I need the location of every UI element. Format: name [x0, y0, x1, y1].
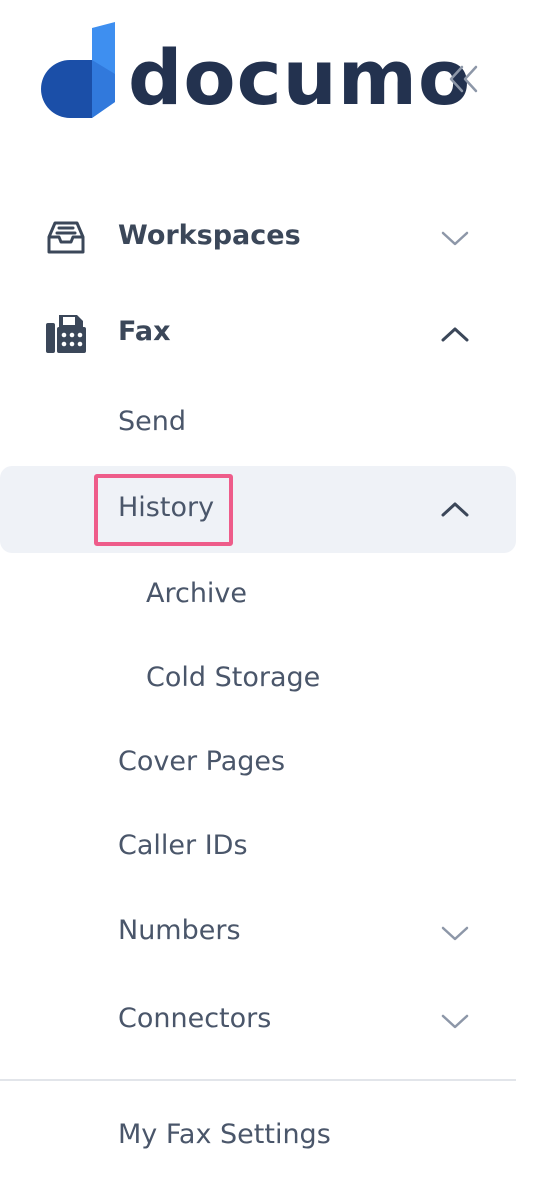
logo-wordmark: documo	[128, 33, 472, 122]
fax-machine-icon	[44, 312, 88, 356]
nav-label-numbers: Numbers	[118, 915, 241, 946]
double-chevron-left-icon	[449, 65, 478, 93]
collapse-sidebar-button[interactable]	[440, 56, 486, 102]
nav-item-archive[interactable]: Archive	[0, 566, 516, 626]
inbox-tray-icon	[44, 216, 88, 260]
nav-label-workspaces: Workspaces	[118, 220, 301, 251]
nav-item-workspaces[interactable]: Workspaces	[0, 208, 516, 268]
nav-item-my-fax-settings[interactable]: My Fax Settings	[0, 1107, 516, 1167]
chevron-up-icon	[436, 490, 474, 528]
chevron-down-icon	[436, 914, 474, 952]
nav-label-my-fax-settings: My Fax Settings	[118, 1119, 331, 1150]
chevron-down-icon	[436, 219, 474, 257]
nav-label-caller-ids: Caller IDs	[118, 830, 248, 861]
nav-item-cover-pages[interactable]: Cover Pages	[0, 734, 516, 794]
documo-logo[interactable]: documo	[40, 22, 470, 132]
nav-item-caller-ids[interactable]: Caller IDs	[0, 818, 516, 878]
documo-logo-icon	[41, 22, 115, 118]
sidebar: documo Workspaces Fax Send History Archi…	[0, 0, 534, 1202]
nav-item-history[interactable]: History	[0, 466, 516, 553]
nav-item-cold-storage[interactable]: Cold Storage	[0, 650, 516, 710]
nav-item-numbers[interactable]: Numbers	[0, 903, 516, 963]
nav-label-send: Send	[118, 406, 187, 437]
chevron-down-icon	[436, 1002, 474, 1040]
nav-label-archive: Archive	[146, 578, 248, 609]
nav-item-connectors[interactable]: Connectors	[0, 991, 516, 1051]
nav-label-cover-pages: Cover Pages	[118, 746, 286, 777]
nav-item-send[interactable]: Send	[0, 394, 516, 454]
history-highlight-box	[94, 474, 233, 546]
chevron-up-icon	[436, 315, 474, 353]
nav-label-fax: Fax	[118, 316, 171, 347]
nav-label-cold-storage: Cold Storage	[146, 662, 321, 693]
nav-item-fax[interactable]: Fax	[0, 304, 516, 364]
nav-label-connectors: Connectors	[118, 1003, 272, 1034]
section-divider	[0, 1079, 516, 1081]
